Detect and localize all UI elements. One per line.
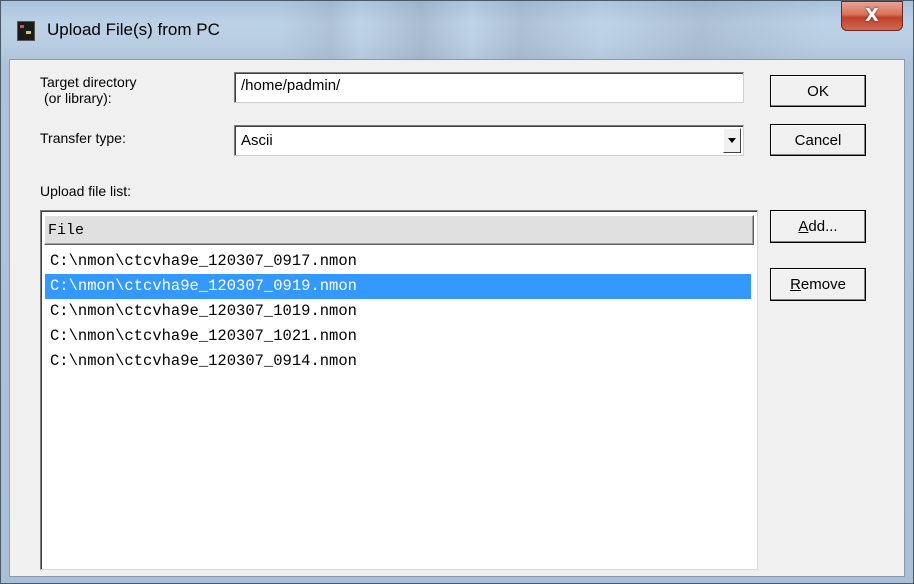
ok-button[interactable]: OK	[770, 75, 866, 107]
window-title: Upload File(s) from PC	[47, 20, 220, 39]
dialog-window: Upload File(s) from PC X Target director…	[0, 0, 914, 584]
target-directory-sublabel: (or library):	[44, 90, 112, 106]
remove-button[interactable]: Remove	[770, 268, 866, 301]
file-row[interactable]: C:\nmon\ctcvha9e_120307_0917.nmon	[45, 249, 751, 274]
transfer-type-value: Ascii	[241, 132, 273, 149]
dropdown-button[interactable]	[723, 128, 741, 153]
close-button[interactable]: X	[841, 1, 903, 31]
target-directory-input[interactable]: /home/padmin/	[234, 72, 744, 103]
add-button-label: Add...	[798, 218, 837, 235]
title-bar[interactable]: Upload File(s) from PC X	[1, 1, 913, 59]
app-icon	[17, 21, 35, 41]
upload-file-list-label: Upload file list:	[40, 183, 132, 199]
chevron-down-icon	[728, 138, 736, 143]
upload-file-list[interactable]: File C:\nmon\ctcvha9e_120307_0917.nmon C:…	[40, 210, 758, 570]
column-header-label: File	[48, 222, 85, 239]
file-row[interactable]: C:\nmon\ctcvha9e_120307_0914.nmon	[45, 349, 751, 374]
remove-mnemonic: R	[790, 276, 801, 293]
file-row[interactable]: C:\nmon\ctcvha9e_120307_1021.nmon	[45, 324, 751, 349]
add-label-rest: dd...	[808, 218, 838, 235]
remove-label-rest: emove	[800, 276, 846, 293]
transfer-type-label: Transfer type:	[40, 130, 126, 146]
remove-button-label: Remove	[790, 276, 846, 293]
dialog-body: Target directory (or library): /home/pad…	[9, 59, 905, 577]
file-row[interactable]: C:\nmon\ctcvha9e_120307_0919.nmon	[45, 274, 751, 299]
add-button[interactable]: Add...	[770, 210, 866, 243]
cancel-button-label: Cancel	[794, 131, 842, 149]
file-row[interactable]: C:\nmon\ctcvha9e_120307_1019.nmon	[45, 299, 751, 324]
close-icon: X	[865, 5, 879, 26]
transfer-type-select[interactable]: Ascii	[234, 125, 744, 156]
cancel-button[interactable]: Cancel	[770, 124, 866, 156]
add-mnemonic: A	[798, 218, 809, 235]
column-header-file[interactable]: File	[44, 215, 754, 245]
target-directory-label: Target directory	[40, 74, 137, 90]
